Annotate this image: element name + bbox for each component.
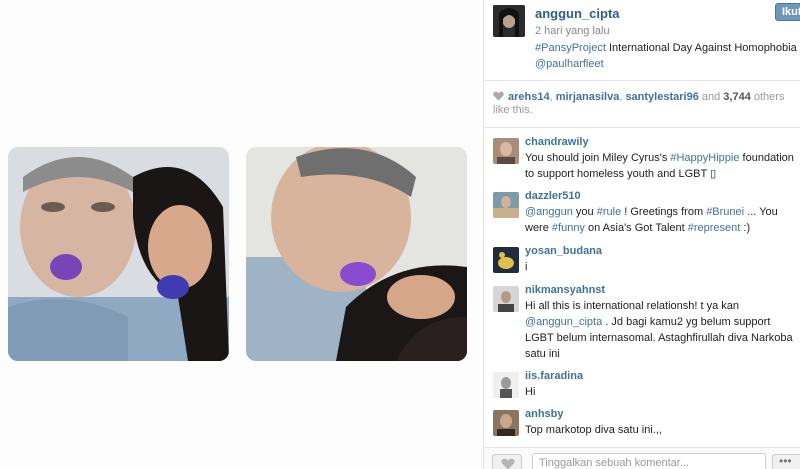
like-user[interactable]: mirjanasilva — [556, 91, 620, 103]
like-button[interactable] — [492, 454, 522, 469]
comment-text: Top markotop diva satu ini.,, — [525, 424, 662, 436]
comment-item: anhsby Top markotop diva satu ini.,, — [484, 408, 800, 442]
comment-hashtag[interactable]: #represent — [688, 222, 741, 234]
caption-hashtag[interactable]: #PansyProject — [535, 42, 606, 54]
comment-mention[interactable]: @anggun_cipta — [525, 316, 602, 328]
post-caption: #PansyProject International Day Against … — [535, 40, 800, 72]
comment-item: chandrawily You should join Miley Cyrus'… — [484, 136, 800, 182]
likes-and: and — [698, 91, 724, 103]
owner-username[interactable]: anggun_cipta — [535, 6, 620, 21]
comment-username[interactable]: anhsby — [525, 408, 564, 420]
comment-input[interactable] — [532, 453, 766, 469]
caption-mention[interactable]: @paulharfleet — [535, 58, 604, 70]
comment-text: i — [525, 261, 528, 273]
comment-text-part: on Asia's Got Talent — [584, 222, 688, 234]
comment-item: nikmansyahnst Hi all this is internation… — [484, 284, 800, 364]
comment-username[interactable]: iis.faradina — [525, 370, 583, 382]
comment-avatar[interactable] — [493, 247, 519, 273]
post-photo-right[interactable] — [246, 147, 467, 361]
comment-avatar[interactable] — [493, 138, 519, 164]
comment-username[interactable]: chandrawily — [525, 136, 589, 148]
comment-text-part: you — [572, 206, 597, 218]
comment-text: @anggun you #rule ! Greetings from #Brun… — [525, 204, 797, 236]
comment-item: dazzler510 @anggun you #rule ! Greetings… — [484, 190, 800, 236]
comment-bar: ••• — [484, 447, 800, 469]
like-user[interactable]: arehs14 — [508, 91, 550, 103]
post-time[interactable]: 2 hari yang lalu — [535, 25, 610, 37]
post-details-panel: anggun_cipta Ikuti 2 hari yang lalu #Pan… — [483, 0, 800, 469]
divider — [484, 80, 800, 81]
comment-text-part: You should join Miley Cyrus's — [525, 152, 671, 164]
comment-item: iis.faradina Hi — [484, 370, 800, 402]
comment-text-part: Hi all this is international relationsh!… — [525, 300, 739, 312]
comment-text: Hi — [525, 386, 536, 398]
heart-icon — [501, 458, 515, 469]
comment-hashtag[interactable]: #HappyHippie — [670, 152, 739, 164]
more-options-button[interactable]: ••• — [772, 454, 800, 469]
likes-summary: arehs14, mirjanasilva, santylestari96 an… — [493, 91, 800, 117]
comment-avatar[interactable] — [493, 286, 519, 312]
comment-text-part: :) — [740, 222, 751, 234]
comment-hashtag[interactable]: #Brunei — [706, 206, 744, 218]
comment-avatar[interactable] — [493, 372, 519, 398]
comment-mention[interactable]: @anggun — [525, 206, 573, 218]
owner-avatar[interactable] — [493, 5, 525, 37]
caption-text: International Day Against Homophobia — [605, 42, 797, 54]
post-header: anggun_cipta Ikuti 2 hari yang lalu #Pan… — [484, 0, 800, 80]
media-area — [0, 0, 483, 469]
comment-username[interactable]: dazzler510 — [525, 190, 581, 202]
comment-username[interactable]: nikmansyahnst — [525, 284, 605, 296]
comment-hashtag[interactable]: #funny — [552, 222, 585, 234]
divider — [484, 127, 800, 128]
comment-avatar[interactable] — [493, 410, 519, 436]
comment-text: You should join Miley Cyrus's #HappyHipp… — [525, 150, 797, 182]
comment-text-part: ! Greetings from — [621, 206, 707, 218]
heart-icon — [493, 91, 504, 101]
comment-avatar[interactable] — [493, 192, 519, 218]
post-photo-left[interactable] — [8, 147, 229, 361]
comment-item: yosan_budana i — [484, 245, 800, 277]
follow-button[interactable]: Ikuti — [775, 3, 800, 21]
comment-text: Hi all this is international relationsh!… — [525, 298, 797, 362]
like-user[interactable]: santylestari96 — [625, 91, 698, 103]
comment-hashtag[interactable]: #rule — [597, 206, 621, 218]
likes-count[interactable]: 3,744 — [723, 91, 751, 103]
comment-username[interactable]: yosan_budana — [525, 245, 602, 257]
